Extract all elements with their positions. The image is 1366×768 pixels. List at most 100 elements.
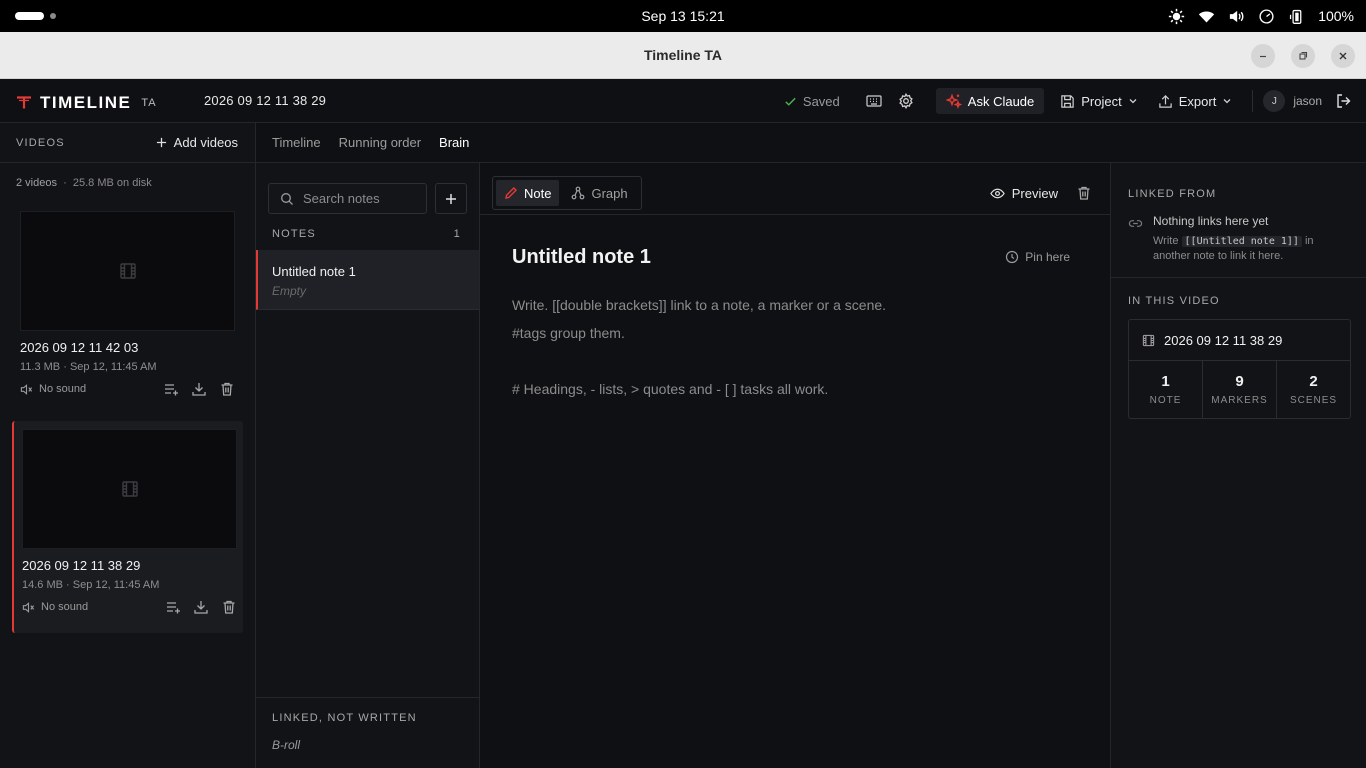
project-name[interactable]: 2026 09 12 11 38 29 <box>204 93 326 108</box>
note-title[interactable]: Untitled note 1 <box>512 246 651 269</box>
tab-timeline[interactable]: Timeline <box>272 135 321 150</box>
project-menu-label: Project <box>1081 93 1122 109</box>
plus-icon <box>446 193 456 204</box>
stat-label: SCENES <box>1289 395 1338 406</box>
in-this-video-title: IN THIS VIDEO <box>1128 295 1220 307</box>
project-menu-button[interactable]: Project <box>1060 94 1137 109</box>
note-item-title: Untitled note 1 <box>272 264 356 279</box>
linked-not-written-section: LINKED, NOT WRITTEN B-roll <box>256 697 479 768</box>
search-notes-input[interactable]: Search notes <box>268 183 427 214</box>
search-icon <box>280 192 294 206</box>
link-syntax-example: [[Untitled note 1]] <box>1181 236 1302 247</box>
stat-notes: 1 NOTE <box>1129 361 1203 418</box>
window-titlebar: Timeline TA <box>0 32 1366 79</box>
linked-from-empty-label: Nothing links here yet <box>1153 214 1269 228</box>
ask-claude-button[interactable]: Ask Claude <box>935 88 1045 114</box>
ask-claude-label: Ask Claude <box>967 93 1035 109</box>
settings-button[interactable] <box>896 91 916 111</box>
save-icon <box>1060 94 1075 109</box>
video-stats: 1 NOTE 9 MARKERS 2 SCENES <box>1129 361 1350 418</box>
videos-panel-header: VIDEOS Add videos <box>0 123 255 163</box>
note-list-item[interactable]: Untitled note 1 Empty <box>256 250 479 310</box>
add-note-button[interactable] <box>435 183 467 214</box>
note-item-subtitle: Empty <box>272 284 307 298</box>
chevron-down-icon <box>1128 96 1138 106</box>
logo-suffix: TA <box>141 97 157 109</box>
logout-icon[interactable] <box>1336 93 1352 109</box>
system-tray[interactable]: 100% <box>1168 6 1354 26</box>
trash-icon[interactable] <box>221 599 237 615</box>
editor-placeholder-line[interactable]: #tags group them. <box>512 325 625 341</box>
linked-from-title: LINKED FROM <box>1128 188 1217 200</box>
search-placeholder: Search notes <box>303 191 380 206</box>
panel-divider <box>1111 277 1366 278</box>
app-logo[interactable]: TIMELINE TA <box>16 93 157 113</box>
preview-button[interactable]: Preview <box>989 186 1058 201</box>
editor-placeholder-line[interactable]: Write. [[double brackets]] link to a not… <box>512 297 886 313</box>
trash-icon <box>1078 186 1090 200</box>
add-to-order-icon[interactable] <box>163 381 179 397</box>
note-editor: Note Graph Preview Untitled note 1 Pin h… <box>480 163 1110 768</box>
video-sound-status: No sound <box>22 601 165 614</box>
system-clock[interactable]: Sep 13 15:21 <box>0 8 1366 24</box>
minimize-button[interactable] <box>1251 44 1275 68</box>
notes-count: 1 <box>453 228 461 240</box>
brightness-icon <box>1168 8 1185 25</box>
mute-icon <box>22 601 35 614</box>
video-thumbnail[interactable] <box>20 211 235 331</box>
battery-percent: 100% <box>1318 8 1354 24</box>
avatar: J <box>1263 90 1286 112</box>
user-name: jason <box>1293 94 1322 108</box>
maximize-button[interactable] <box>1291 44 1315 68</box>
app-header: TIMELINE TA 2026 09 12 11 38 29 Saved As… <box>0 79 1366 123</box>
download-icon[interactable] <box>193 599 209 615</box>
video-date: Sep 12, 11:45 AM <box>72 579 160 591</box>
trash-icon[interactable] <box>219 381 235 397</box>
delete-note-button[interactable] <box>1076 185 1092 201</box>
link-icon <box>1128 216 1143 264</box>
video-summary-name: 2026 09 12 11 38 29 <box>1164 332 1283 348</box>
video-sound-status: No sound <box>20 383 163 396</box>
editor-placeholder-line[interactable]: # Headings, - lists, > quotes and - [ ] … <box>512 381 828 397</box>
video-thumbnail[interactable] <box>22 429 237 549</box>
sound-label: No sound <box>41 601 89 613</box>
video-summary-header: 2026 09 12 11 38 29 <box>1129 320 1350 361</box>
check-icon <box>784 95 797 108</box>
videos-summary: 2 videos · 25.8 MB on disk <box>16 177 152 189</box>
close-button[interactable] <box>1331 44 1355 68</box>
video-summary-card[interactable]: 2026 09 12 11 38 29 1 NOTE 9 MARKERS 2 S… <box>1128 319 1351 419</box>
gear-icon <box>898 93 913 109</box>
download-icon[interactable] <box>191 381 207 397</box>
video-name: 2026 09 12 11 38 29 <box>22 558 141 573</box>
tab-brain[interactable]: Brain <box>439 135 469 150</box>
keyboard-shortcuts-button[interactable] <box>864 91 884 111</box>
save-status-label: Saved <box>802 93 840 109</box>
notes-header: NOTES 1 <box>272 228 461 240</box>
tab-running-order[interactable]: Running order <box>339 135 421 150</box>
plus-icon <box>156 137 167 148</box>
stat-value: 1 <box>1161 373 1170 390</box>
video-card-active[interactable]: 2026 09 12 11 38 29 14.6 MB · Sep 12, 11… <box>12 421 243 633</box>
sparkle-icon <box>945 93 962 109</box>
battery-icon <box>1288 8 1305 25</box>
add-videos-button[interactable]: Add videos <box>156 135 238 150</box>
add-to-order-icon[interactable] <box>165 599 181 615</box>
notes-panel: Search notes NOTES 1 Untitled note 1 Emp… <box>256 163 480 768</box>
context-panel: LINKED FROM Nothing links here yet Write… <box>1110 163 1366 768</box>
video-size: 11.3 MB <box>20 361 61 373</box>
export-menu-button[interactable]: Export <box>1158 94 1233 109</box>
mode-graph[interactable]: Graph <box>563 180 635 206</box>
film-icon <box>121 481 138 497</box>
linked-not-written-item[interactable]: B-roll <box>272 738 300 752</box>
linked-from-hint: Write [[Untitled note 1]] in another not… <box>1153 235 1314 262</box>
mode-note[interactable]: Note <box>496 180 560 206</box>
video-info: 14.6 MB · Sep 12, 11:45 AM <box>22 579 160 591</box>
stat-label: MARKERS <box>1211 395 1268 406</box>
video-card[interactable]: 2026 09 12 11 42 03 11.3 MB · Sep 12, 11… <box>12 203 243 415</box>
user-menu[interactable]: J jason <box>1263 90 1352 112</box>
pin-here-button[interactable]: Pin here <box>1005 250 1070 264</box>
linked-not-written-title: LINKED, NOT WRITTEN <box>272 712 417 724</box>
keyboard-icon <box>866 95 882 107</box>
videos-count: 2 videos <box>16 177 57 189</box>
stat-value: 2 <box>1309 373 1318 390</box>
